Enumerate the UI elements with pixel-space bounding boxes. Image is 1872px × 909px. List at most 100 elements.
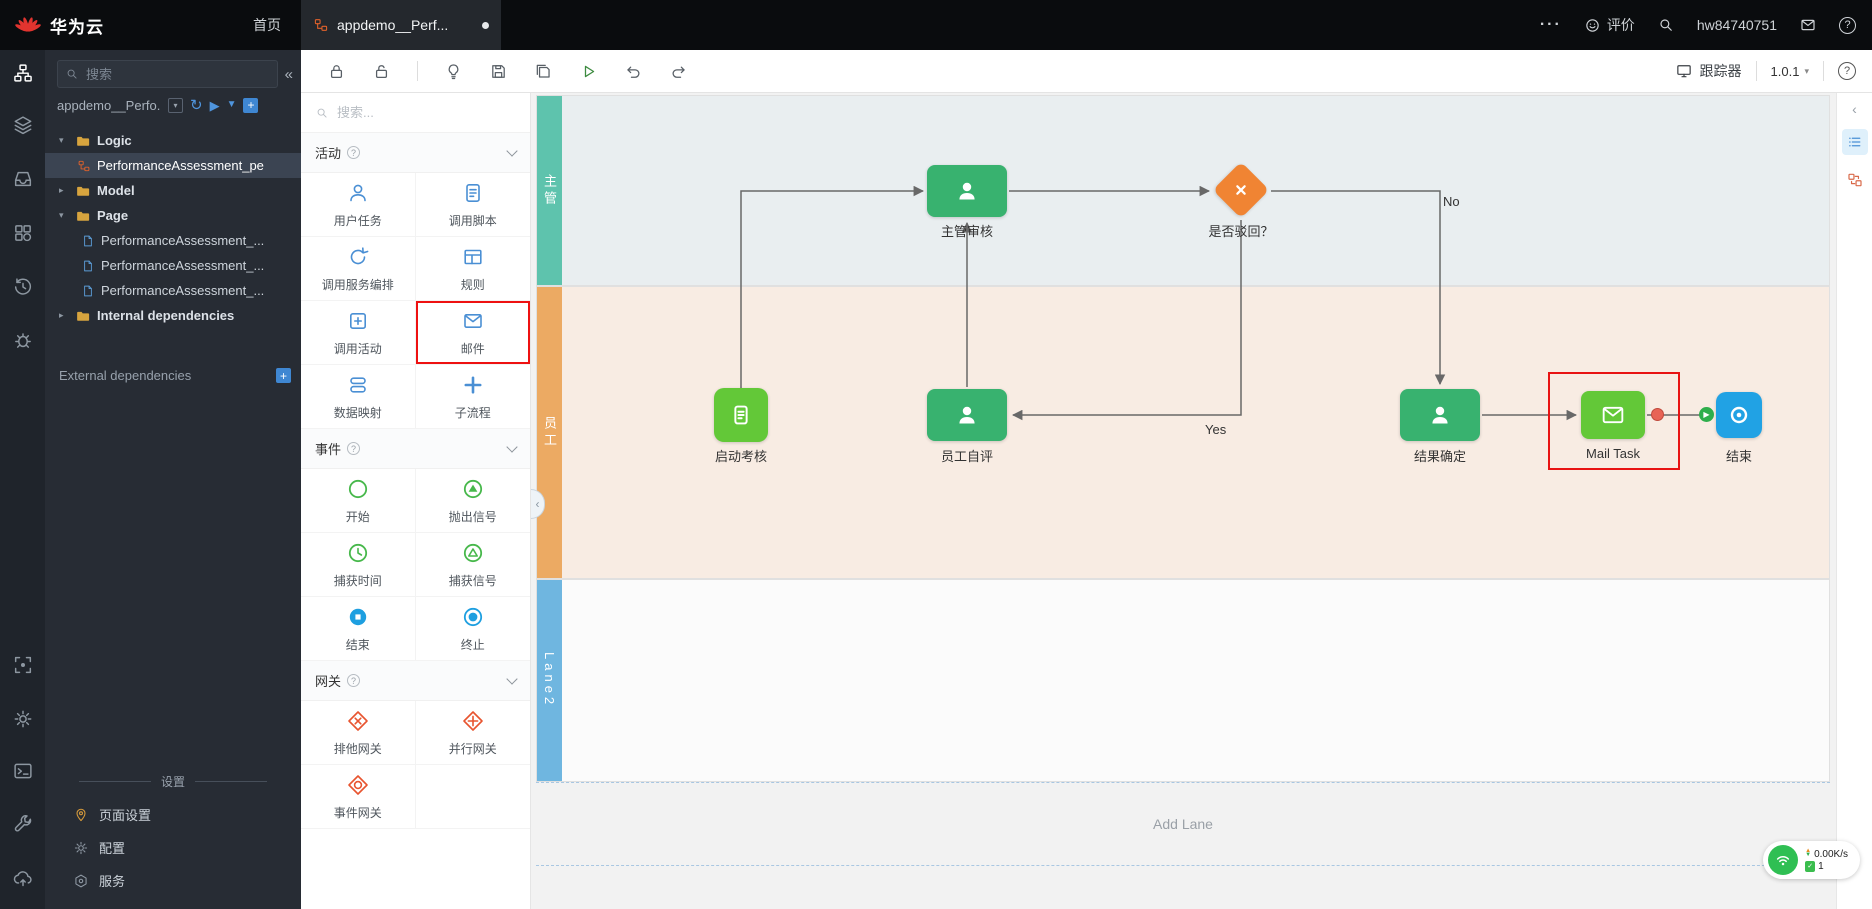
- help-icon[interactable]: ?: [1838, 62, 1856, 80]
- structure-panel-button[interactable]: [1842, 167, 1868, 193]
- icon-rail: [0, 50, 45, 909]
- run-icon[interactable]: ▶: [210, 99, 220, 112]
- rail-tools-button[interactable]: [0, 806, 45, 842]
- tree-page-item[interactable]: PerformanceAssessment_...: [45, 278, 301, 303]
- tree-item-performance-assessment[interactable]: PerformanceAssessment_pe: [45, 153, 301, 178]
- rail-components-button[interactable]: [0, 215, 45, 251]
- palette-item-call-activity[interactable]: 调用活动: [301, 301, 416, 365]
- node-end[interactable]: [1716, 392, 1762, 438]
- network-status-text: ▲ ▼ 0.00K/s ✓ 1: [1805, 849, 1848, 872]
- lock-button[interactable]: [327, 62, 346, 81]
- search-icon[interactable]: [1657, 16, 1675, 34]
- more-icon[interactable]: ···: [1540, 16, 1562, 34]
- lane-body[interactable]: [562, 580, 1829, 781]
- palette-item-call-script[interactable]: 调用脚本: [415, 173, 530, 237]
- plus-icon: [461, 373, 485, 397]
- palette-item-catch-signal[interactable]: 捕获信号: [415, 533, 530, 597]
- tree-folder-logic[interactable]: ▾ Logic: [45, 128, 301, 153]
- page-settings-item[interactable]: 页面设置: [45, 798, 301, 831]
- folder-icon: [75, 308, 91, 324]
- lane-header[interactable]: 员工: [537, 287, 562, 578]
- section-header-events[interactable]: 事件 ?: [301, 429, 530, 469]
- tracker-button[interactable]: 跟踪器: [1675, 61, 1742, 81]
- tree-folder-internal-dependencies[interactable]: ▸ Internal dependencies: [45, 303, 301, 328]
- rail-app-structure-button[interactable]: [0, 55, 45, 91]
- rail-publish-button[interactable]: [0, 860, 45, 896]
- explorer-search-input[interactable]: [57, 60, 278, 88]
- palette-item-rule[interactable]: 规则: [415, 237, 530, 301]
- rail-debug-button[interactable]: [0, 322, 45, 358]
- mail-icon[interactable]: [1799, 16, 1817, 34]
- node-start-assessment[interactable]: [714, 388, 768, 442]
- network-status-widget[interactable]: ▲ ▼ 0.00K/s ✓ 1: [1763, 841, 1860, 879]
- hint-button[interactable]: [444, 62, 463, 81]
- section-header-gateways[interactable]: 网关 ?: [301, 661, 530, 701]
- palette-search-input[interactable]: [337, 105, 516, 120]
- palette-item-exclusive-gateway[interactable]: 排他网关: [301, 701, 416, 765]
- connection-anchor-dot[interactable]: [1651, 408, 1664, 421]
- palette-item-parallel-gateway[interactable]: 并行网关: [415, 701, 530, 765]
- save-all-button[interactable]: [534, 62, 553, 81]
- lane-header[interactable]: Lane2: [537, 580, 562, 781]
- services-item[interactable]: 服务: [45, 864, 301, 897]
- add-external-dependency-button[interactable]: +: [276, 368, 291, 383]
- rail-terminal-button[interactable]: [0, 753, 45, 789]
- lane-body[interactable]: [562, 96, 1829, 285]
- palette-item-subprocess[interactable]: 子流程: [415, 365, 530, 429]
- palette-item-catch-timer[interactable]: 捕获时间: [301, 533, 416, 597]
- person-icon: [1427, 402, 1453, 428]
- palette-item-user-task[interactable]: 用户任务: [301, 173, 416, 237]
- app-switch-icon[interactable]: ▾: [168, 97, 183, 113]
- rail-history-button[interactable]: [0, 269, 45, 305]
- save-button[interactable]: [489, 62, 508, 81]
- palette-item-data-mapping[interactable]: 数据映射: [301, 365, 416, 429]
- expand-all-icon[interactable]: ▼: [227, 100, 237, 110]
- node-self-evaluation[interactable]: [927, 389, 1007, 441]
- palette-item-mail[interactable]: 邮件: [415, 301, 530, 365]
- collapse-panel-icon[interactable]: «: [283, 66, 295, 83]
- palette-item-event-gateway[interactable]: 事件网关: [301, 765, 416, 829]
- undo-button[interactable]: [624, 62, 643, 81]
- rail-layers-button[interactable]: [0, 107, 45, 143]
- brand-name[interactable]: 华为云: [50, 13, 104, 38]
- node-supervisor-review[interactable]: [927, 165, 1007, 217]
- tree-folder-page[interactable]: ▾ Page: [45, 203, 301, 228]
- chevron-down-icon: [506, 440, 518, 453]
- palette-item-start-event[interactable]: 开始: [301, 469, 416, 533]
- hexagon-icon: [73, 873, 89, 889]
- help-icon[interactable]: ?: [1839, 16, 1856, 34]
- version-selector[interactable]: 1.0.1 ▾: [1771, 64, 1809, 79]
- add-resource-button[interactable]: +: [243, 97, 259, 113]
- tree-page-item[interactable]: PerformanceAssessment_...: [45, 253, 301, 278]
- feedback-button[interactable]: 评价: [1584, 15, 1635, 35]
- configuration-item[interactable]: 配置: [45, 831, 301, 864]
- expand-panel-icon[interactable]: ‹: [1852, 101, 1857, 117]
- palette-item-terminate-event[interactable]: 终止: [415, 597, 530, 661]
- rail-inbox-button[interactable]: [0, 161, 45, 197]
- tree-page-item[interactable]: PerformanceAssessment_...: [45, 228, 301, 253]
- node-mail-task[interactable]: [1581, 391, 1645, 439]
- node-result-confirmation[interactable]: [1400, 389, 1480, 441]
- add-lane-button[interactable]: Add Lane: [536, 782, 1830, 866]
- section-header-activities[interactable]: 活动 ?: [301, 133, 530, 173]
- redo-button[interactable]: [669, 62, 688, 81]
- run-button[interactable]: [579, 62, 598, 81]
- username[interactable]: hw84740751: [1697, 17, 1777, 33]
- palette-item-call-flow[interactable]: 调用服务编排: [301, 237, 416, 301]
- app-tab[interactable]: appdemo__Perf...: [301, 0, 501, 50]
- palette-item-throw-signal[interactable]: 抛出信号: [415, 469, 530, 533]
- properties-panel-button[interactable]: [1841, 129, 1868, 155]
- unlock-button[interactable]: [372, 62, 391, 81]
- huawei-logo-icon[interactable]: [14, 15, 42, 35]
- home-link[interactable]: 首页: [253, 15, 281, 35]
- refresh-icon[interactable]: ↻: [190, 98, 203, 113]
- rail-scan-button[interactable]: [0, 647, 45, 683]
- flow-canvas[interactable]: 主管 员工 Lane2 Add Lane No Yes 启动考核 主管审核 是否…: [531, 93, 1872, 909]
- chevron-down-icon: [506, 144, 518, 157]
- palette-item-end-event[interactable]: 结束: [301, 597, 416, 661]
- tree-folder-model[interactable]: ▸ Model: [45, 178, 301, 203]
- rail-settings-button[interactable]: [0, 701, 45, 737]
- app-name[interactable]: appdemo__Perfo...: [57, 98, 161, 113]
- lane-header[interactable]: 主管: [537, 96, 562, 285]
- tracker-label: 跟踪器: [1699, 63, 1742, 79]
